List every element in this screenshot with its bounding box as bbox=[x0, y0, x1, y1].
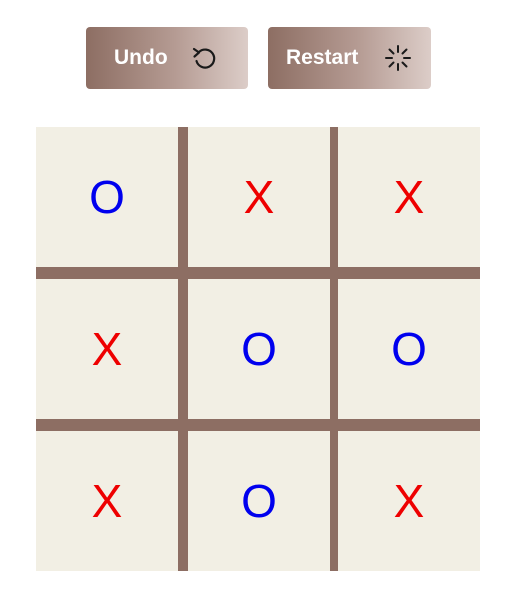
board-cell-5[interactable]: O bbox=[188, 279, 330, 419]
restart-button[interactable]: Restart bbox=[268, 27, 431, 89]
cell-mark: O bbox=[391, 323, 427, 375]
undo-button[interactable]: Undo bbox=[86, 27, 248, 89]
spinner-icon bbox=[385, 45, 411, 71]
cell-mark: X bbox=[393, 171, 425, 223]
cell-mark: O bbox=[89, 171, 125, 223]
undo-icon bbox=[192, 47, 216, 69]
undo-button-label: Undo bbox=[114, 46, 168, 69]
board-cell-6[interactable]: O bbox=[338, 279, 480, 419]
board-cell-7[interactable]: X bbox=[36, 431, 178, 571]
board-cell-8[interactable]: O bbox=[188, 431, 330, 571]
cell-mark: X bbox=[393, 475, 425, 527]
board-cell-1[interactable]: O bbox=[36, 127, 178, 267]
game-board: O X X X O O X O X bbox=[36, 127, 480, 571]
cell-mark: X bbox=[91, 323, 123, 375]
board-cell-2[interactable]: X bbox=[188, 127, 330, 267]
cell-mark: O bbox=[241, 323, 277, 375]
cell-mark: O bbox=[241, 475, 277, 527]
board-cell-9[interactable]: X bbox=[338, 431, 480, 571]
cell-mark: X bbox=[91, 475, 123, 527]
board-cell-4[interactable]: X bbox=[36, 279, 178, 419]
cell-mark: X bbox=[243, 171, 275, 223]
board-cell-3[interactable]: X bbox=[338, 127, 480, 267]
toolbar: Undo Restart bbox=[0, 27, 517, 89]
restart-button-label: Restart bbox=[286, 46, 359, 69]
